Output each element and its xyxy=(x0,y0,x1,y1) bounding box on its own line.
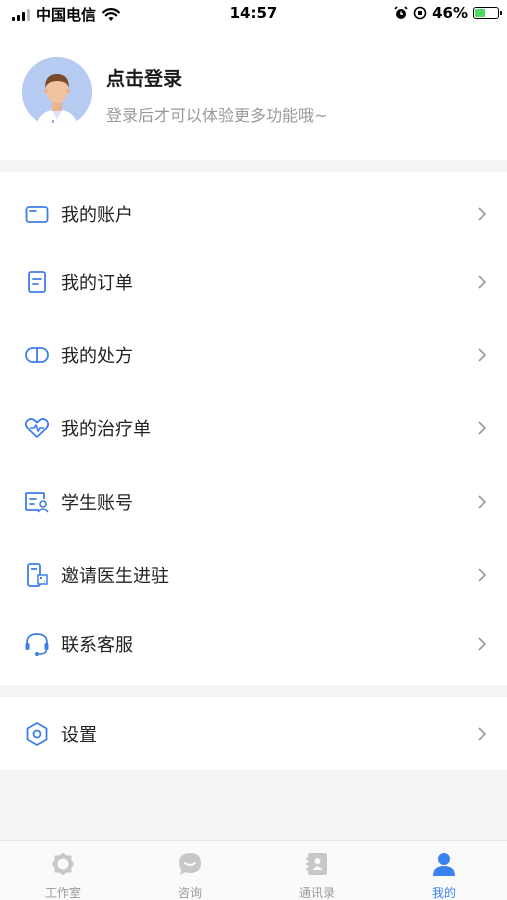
tab-label-consult: 咨询 xyxy=(177,886,202,900)
doctor-avatar-icon[interactable] xyxy=(22,57,92,127)
tab-label-studio: 工作室 xyxy=(44,886,81,900)
menu-item-orders[interactable]: 我的订单 xyxy=(0,257,507,307)
chevron-right-icon xyxy=(478,421,487,435)
menu-item-invite-doctor[interactable]: 邀请医生进驻 xyxy=(0,550,507,600)
login-title[interactable]: 点击登录 xyxy=(106,64,182,91)
menu-label-student-account: 学生账号 xyxy=(61,493,133,514)
chevron-right-icon xyxy=(478,207,487,221)
chevron-right-icon xyxy=(478,568,487,582)
menu-label-customer-service: 联系客服 xyxy=(61,635,133,656)
battery-fill xyxy=(475,9,486,17)
settings-hexagon-icon xyxy=(24,721,50,747)
battery-icon xyxy=(473,7,502,19)
menu-label-settings: 设置 xyxy=(61,725,97,746)
menu-item-treatments[interactable]: 我的治疗单 xyxy=(0,403,507,453)
menu-label-orders: 我的订单 xyxy=(61,273,133,294)
settings-section: 设置 xyxy=(0,697,507,770)
login-subtitle: 登录后才可以体验更多功能哦~ xyxy=(106,106,328,125)
student-card-icon xyxy=(24,489,50,515)
status-bar: 中国电信 14:57 46% xyxy=(0,0,507,28)
bottom-tab-bar: 工作室 咨询 通讯录 我的 xyxy=(0,840,507,900)
orientation-lock-icon xyxy=(413,6,427,20)
chevron-right-icon xyxy=(478,275,487,289)
menu-label-account: 我的账户 xyxy=(61,205,133,226)
contacts-icon xyxy=(306,853,327,875)
menu-label-prescriptions: 我的处方 xyxy=(61,346,133,367)
chevron-right-icon xyxy=(478,495,487,509)
wallet-icon xyxy=(24,201,50,227)
headset-icon xyxy=(24,631,50,657)
menu-item-prescriptions[interactable]: 我的处方 xyxy=(0,330,507,380)
tab-studio[interactable]: 工作室 xyxy=(0,841,126,900)
chat-icon xyxy=(179,853,201,875)
menu-item-settings[interactable]: 设置 xyxy=(0,709,507,759)
studio-icon xyxy=(52,853,74,875)
tab-contacts[interactable]: 通讯录 xyxy=(254,841,380,900)
invite-doctor-icon xyxy=(24,562,50,588)
pill-icon xyxy=(24,342,50,368)
user-icon xyxy=(433,853,455,876)
tab-label-mine: 我的 xyxy=(431,886,456,900)
menu-item-account[interactable]: 我的账户 xyxy=(0,189,507,239)
order-icon xyxy=(24,269,50,295)
chevron-right-icon xyxy=(478,727,487,741)
account-menu: 我的账户 我的订单 我的处方 我的治疗单 学生账号 邀请医生进驻 联系客服 xyxy=(0,172,507,685)
menu-label-treatments: 我的治疗单 xyxy=(61,419,151,440)
tab-mine[interactable]: 我的 xyxy=(381,841,507,900)
chevron-right-icon xyxy=(478,637,487,651)
menu-item-student-account[interactable]: 学生账号 xyxy=(0,477,507,527)
alarm-icon xyxy=(394,6,408,19)
profile-header[interactable]: 点击登录 登录后才可以体验更多功能哦~ xyxy=(0,28,507,160)
menu-item-customer-service[interactable]: 联系客服 xyxy=(0,619,507,669)
menu-label-invite-doctor: 邀请医生进驻 xyxy=(61,566,169,587)
chevron-right-icon xyxy=(478,348,487,362)
tab-consult[interactable]: 咨询 xyxy=(127,841,253,900)
battery-percent: 46% xyxy=(432,4,468,22)
status-right: 46% xyxy=(394,4,502,22)
heart-pulse-icon xyxy=(24,415,50,441)
tab-label-contacts: 通讯录 xyxy=(298,886,335,900)
